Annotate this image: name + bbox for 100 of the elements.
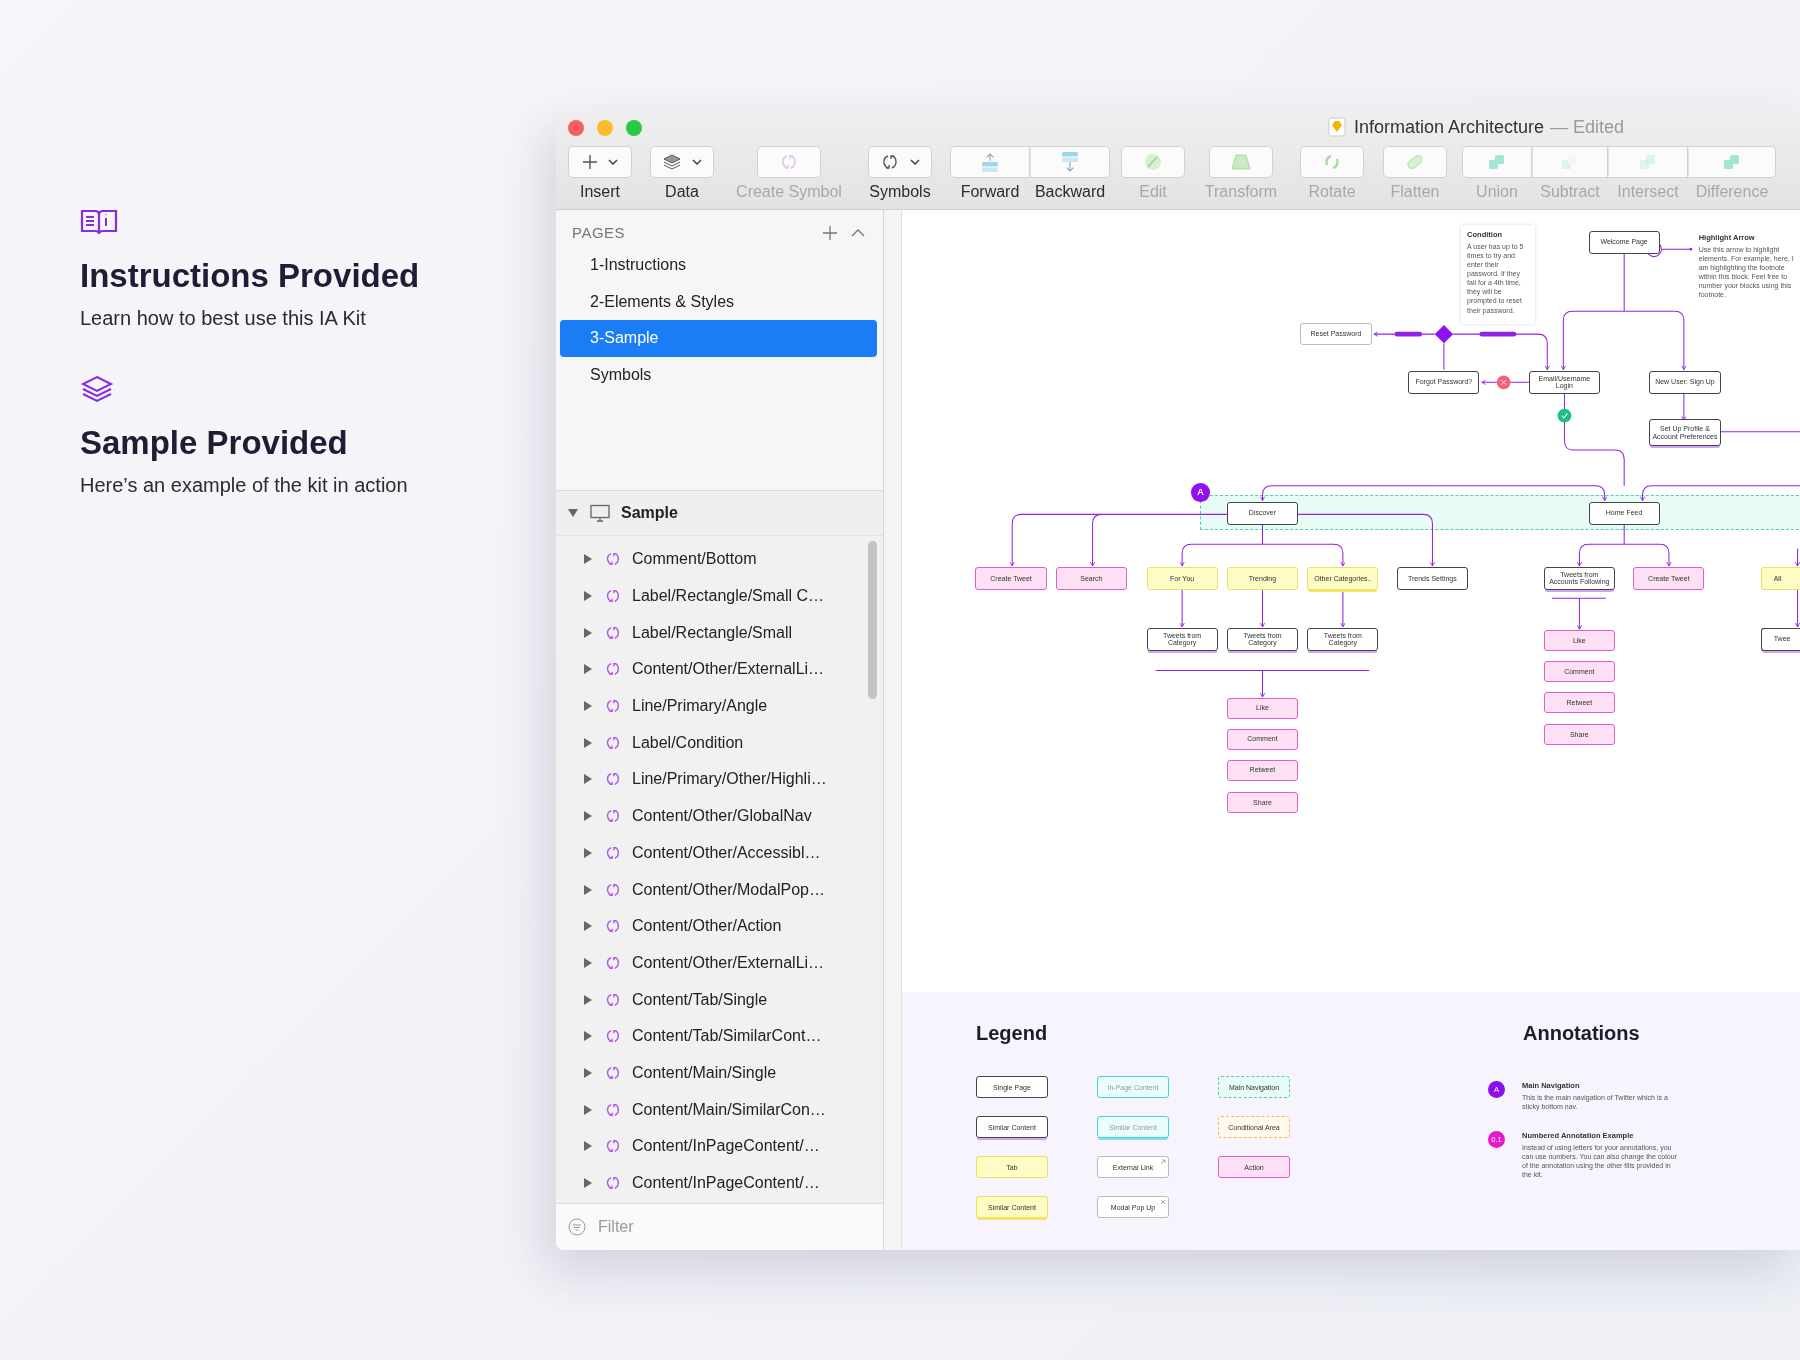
layer-label: Content/Other/ExternalLi… bbox=[632, 953, 825, 972]
disclosure-triangle-icon[interactable] bbox=[582, 553, 594, 566]
boolean-icon bbox=[1722, 152, 1742, 172]
collapse-icon[interactable] bbox=[851, 228, 865, 237]
toolbar-label: Difference bbox=[1695, 183, 1769, 201]
layer-row[interactable]: Content/Other/Action bbox=[556, 907, 883, 945]
disclosure-triangle-icon[interactable] bbox=[582, 993, 594, 1006]
boolean-icon bbox=[1487, 152, 1507, 172]
filter-field[interactable]: Filter bbox=[556, 1203, 883, 1250]
disclosure-triangle-icon[interactable] bbox=[582, 810, 594, 823]
layer-label: Label/Rectangle/Small C… bbox=[632, 587, 825, 606]
disclosure-triangle-icon[interactable] bbox=[582, 883, 594, 896]
symbol-icon bbox=[604, 991, 622, 1008]
disclosure-triangle-icon[interactable] bbox=[582, 1030, 594, 1043]
layer-label: Content/Other/Accessibl… bbox=[632, 843, 821, 862]
condition-pill bbox=[1394, 331, 1423, 337]
filter-icon bbox=[568, 1218, 586, 1236]
toolbar-button[interactable] bbox=[568, 146, 632, 178]
section-heading: Instructions Provided bbox=[80, 257, 421, 295]
connector-arrow bbox=[1794, 548, 1800, 567]
toolbar-label: Data bbox=[665, 183, 699, 201]
page-item[interactable]: 3-Sample bbox=[560, 320, 877, 358]
toolbar-label: Edit bbox=[1139, 183, 1167, 201]
external-link-icon bbox=[1160, 1159, 1166, 1165]
document-icon bbox=[1328, 117, 1346, 137]
connector-arrow bbox=[1560, 310, 1625, 371]
toolbar-label: Rotate bbox=[1308, 183, 1356, 201]
layer-row[interactable]: Content/Other/GlobalNav bbox=[556, 797, 883, 835]
boolean-icon bbox=[1560, 152, 1580, 172]
toolbar-label: Backward bbox=[1034, 183, 1106, 201]
connector-arrow bbox=[1623, 310, 1687, 371]
toolbar-label: Forward bbox=[960, 183, 1020, 201]
transform-icon bbox=[1230, 152, 1252, 172]
layer-row[interactable]: Comment/Bottom bbox=[556, 541, 883, 578]
toolbar-label: Symbols bbox=[869, 183, 931, 201]
book-icon bbox=[80, 207, 118, 237]
layer-row[interactable]: Content/Other/ExternalLi… bbox=[556, 944, 883, 982]
add-icon[interactable] bbox=[823, 225, 837, 240]
layer-row[interactable]: Content/Tab/Single bbox=[556, 981, 883, 1018]
layer-row[interactable]: Line/Primary/Angle bbox=[556, 687, 883, 725]
layer-row[interactable]: Content/InPageContent/… bbox=[556, 1128, 883, 1165]
symbol-icon bbox=[604, 734, 622, 751]
edit-status: — Edited bbox=[1550, 116, 1625, 138]
bring-forward-icon bbox=[982, 152, 998, 172]
layer-label: Content/InPageContent/… bbox=[632, 1174, 820, 1193]
disclosure-triangle-icon[interactable] bbox=[582, 700, 594, 713]
layer-row[interactable]: Content/Other/ExternalLi… bbox=[556, 651, 883, 688]
layer-group-row[interactable]: Sample bbox=[556, 491, 883, 536]
disclosure-triangle-icon[interactable] bbox=[582, 773, 594, 786]
symbol-icon bbox=[604, 881, 622, 898]
layer-label: Content/Other/ExternalLi… bbox=[632, 660, 825, 679]
page-item[interactable]: 2-Elements & Styles bbox=[560, 283, 877, 321]
disclosure-triangle-icon[interactable] bbox=[582, 663, 594, 676]
layer-label: Label/Condition bbox=[632, 733, 744, 752]
layer-row[interactable]: Label/Rectangle/Small C… bbox=[556, 577, 883, 615]
toolbar-label: Create Symbol bbox=[736, 183, 842, 201]
close-button[interactable] bbox=[568, 120, 584, 136]
plus-icon bbox=[582, 154, 598, 170]
connector-arrow bbox=[1681, 393, 1687, 421]
layer-row[interactable]: Label/Rectangle/Small bbox=[556, 614, 883, 652]
filter-input[interactable]: Filter bbox=[596, 1217, 800, 1237]
layer-row[interactable]: Content/Main/Single bbox=[556, 1054, 883, 1092]
pen-icon bbox=[1143, 152, 1163, 172]
symbol-icon bbox=[604, 588, 622, 605]
layer-row[interactable]: Content/InPageContent/… bbox=[556, 1164, 883, 1202]
toolbar-label: Transform bbox=[1204, 183, 1278, 201]
disclosure-triangle-icon[interactable] bbox=[582, 590, 594, 603]
disclosure-triangle-icon[interactable] bbox=[582, 920, 594, 933]
symbol-icon bbox=[604, 551, 622, 568]
layers-icon bbox=[80, 374, 114, 404]
disclosure-triangle-icon[interactable] bbox=[582, 1177, 594, 1190]
page-item[interactable]: Symbols bbox=[560, 357, 877, 394]
toolbar-button[interactable] bbox=[868, 146, 932, 178]
disclosure-triangle-icon[interactable] bbox=[567, 507, 579, 519]
error-marker bbox=[1496, 375, 1511, 390]
layer-row[interactable]: Content/Main/SimilarCon… bbox=[556, 1091, 883, 1128]
layer-row[interactable]: Content/Other/Accessibl… bbox=[556, 834, 883, 872]
disclosure-triangle-icon[interactable] bbox=[582, 1140, 594, 1153]
annotations-heading: Annotations bbox=[1523, 1022, 1641, 1045]
disclosure-triangle-icon[interactable] bbox=[582, 1103, 594, 1116]
layer-label: Line/Primary/Angle bbox=[632, 697, 768, 716]
scrollbar[interactable] bbox=[868, 541, 877, 699]
section-description: Here’s an example of the kit in action bbox=[80, 474, 409, 497]
disclosure-triangle-icon[interactable] bbox=[582, 626, 594, 639]
toolbar-button[interactable] bbox=[650, 146, 714, 178]
symbol-icon bbox=[604, 1101, 622, 1118]
page-item[interactable]: 1-Instructions bbox=[560, 247, 877, 284]
symbol-icon bbox=[604, 771, 622, 788]
layer-row[interactable]: Label/Condition bbox=[556, 724, 883, 762]
layer-row[interactable]: Content/Tab/SimilarCont… bbox=[556, 1017, 883, 1055]
layer-row[interactable]: Content/Other/ModalPop… bbox=[556, 871, 883, 908]
disclosure-triangle-icon[interactable] bbox=[582, 846, 594, 859]
disclosure-triangle-icon[interactable] bbox=[582, 956, 594, 969]
disclosure-triangle-icon[interactable] bbox=[582, 1066, 594, 1079]
disclosure-triangle-icon[interactable] bbox=[582, 736, 594, 749]
decision-diamond bbox=[1434, 324, 1454, 344]
layer-label: Label/Rectangle/Small bbox=[632, 623, 793, 642]
layer-row[interactable]: Line/Primary/Other/Highli… bbox=[556, 761, 883, 798]
success-marker bbox=[1557, 408, 1572, 423]
connector-arrow bbox=[1481, 379, 1530, 385]
